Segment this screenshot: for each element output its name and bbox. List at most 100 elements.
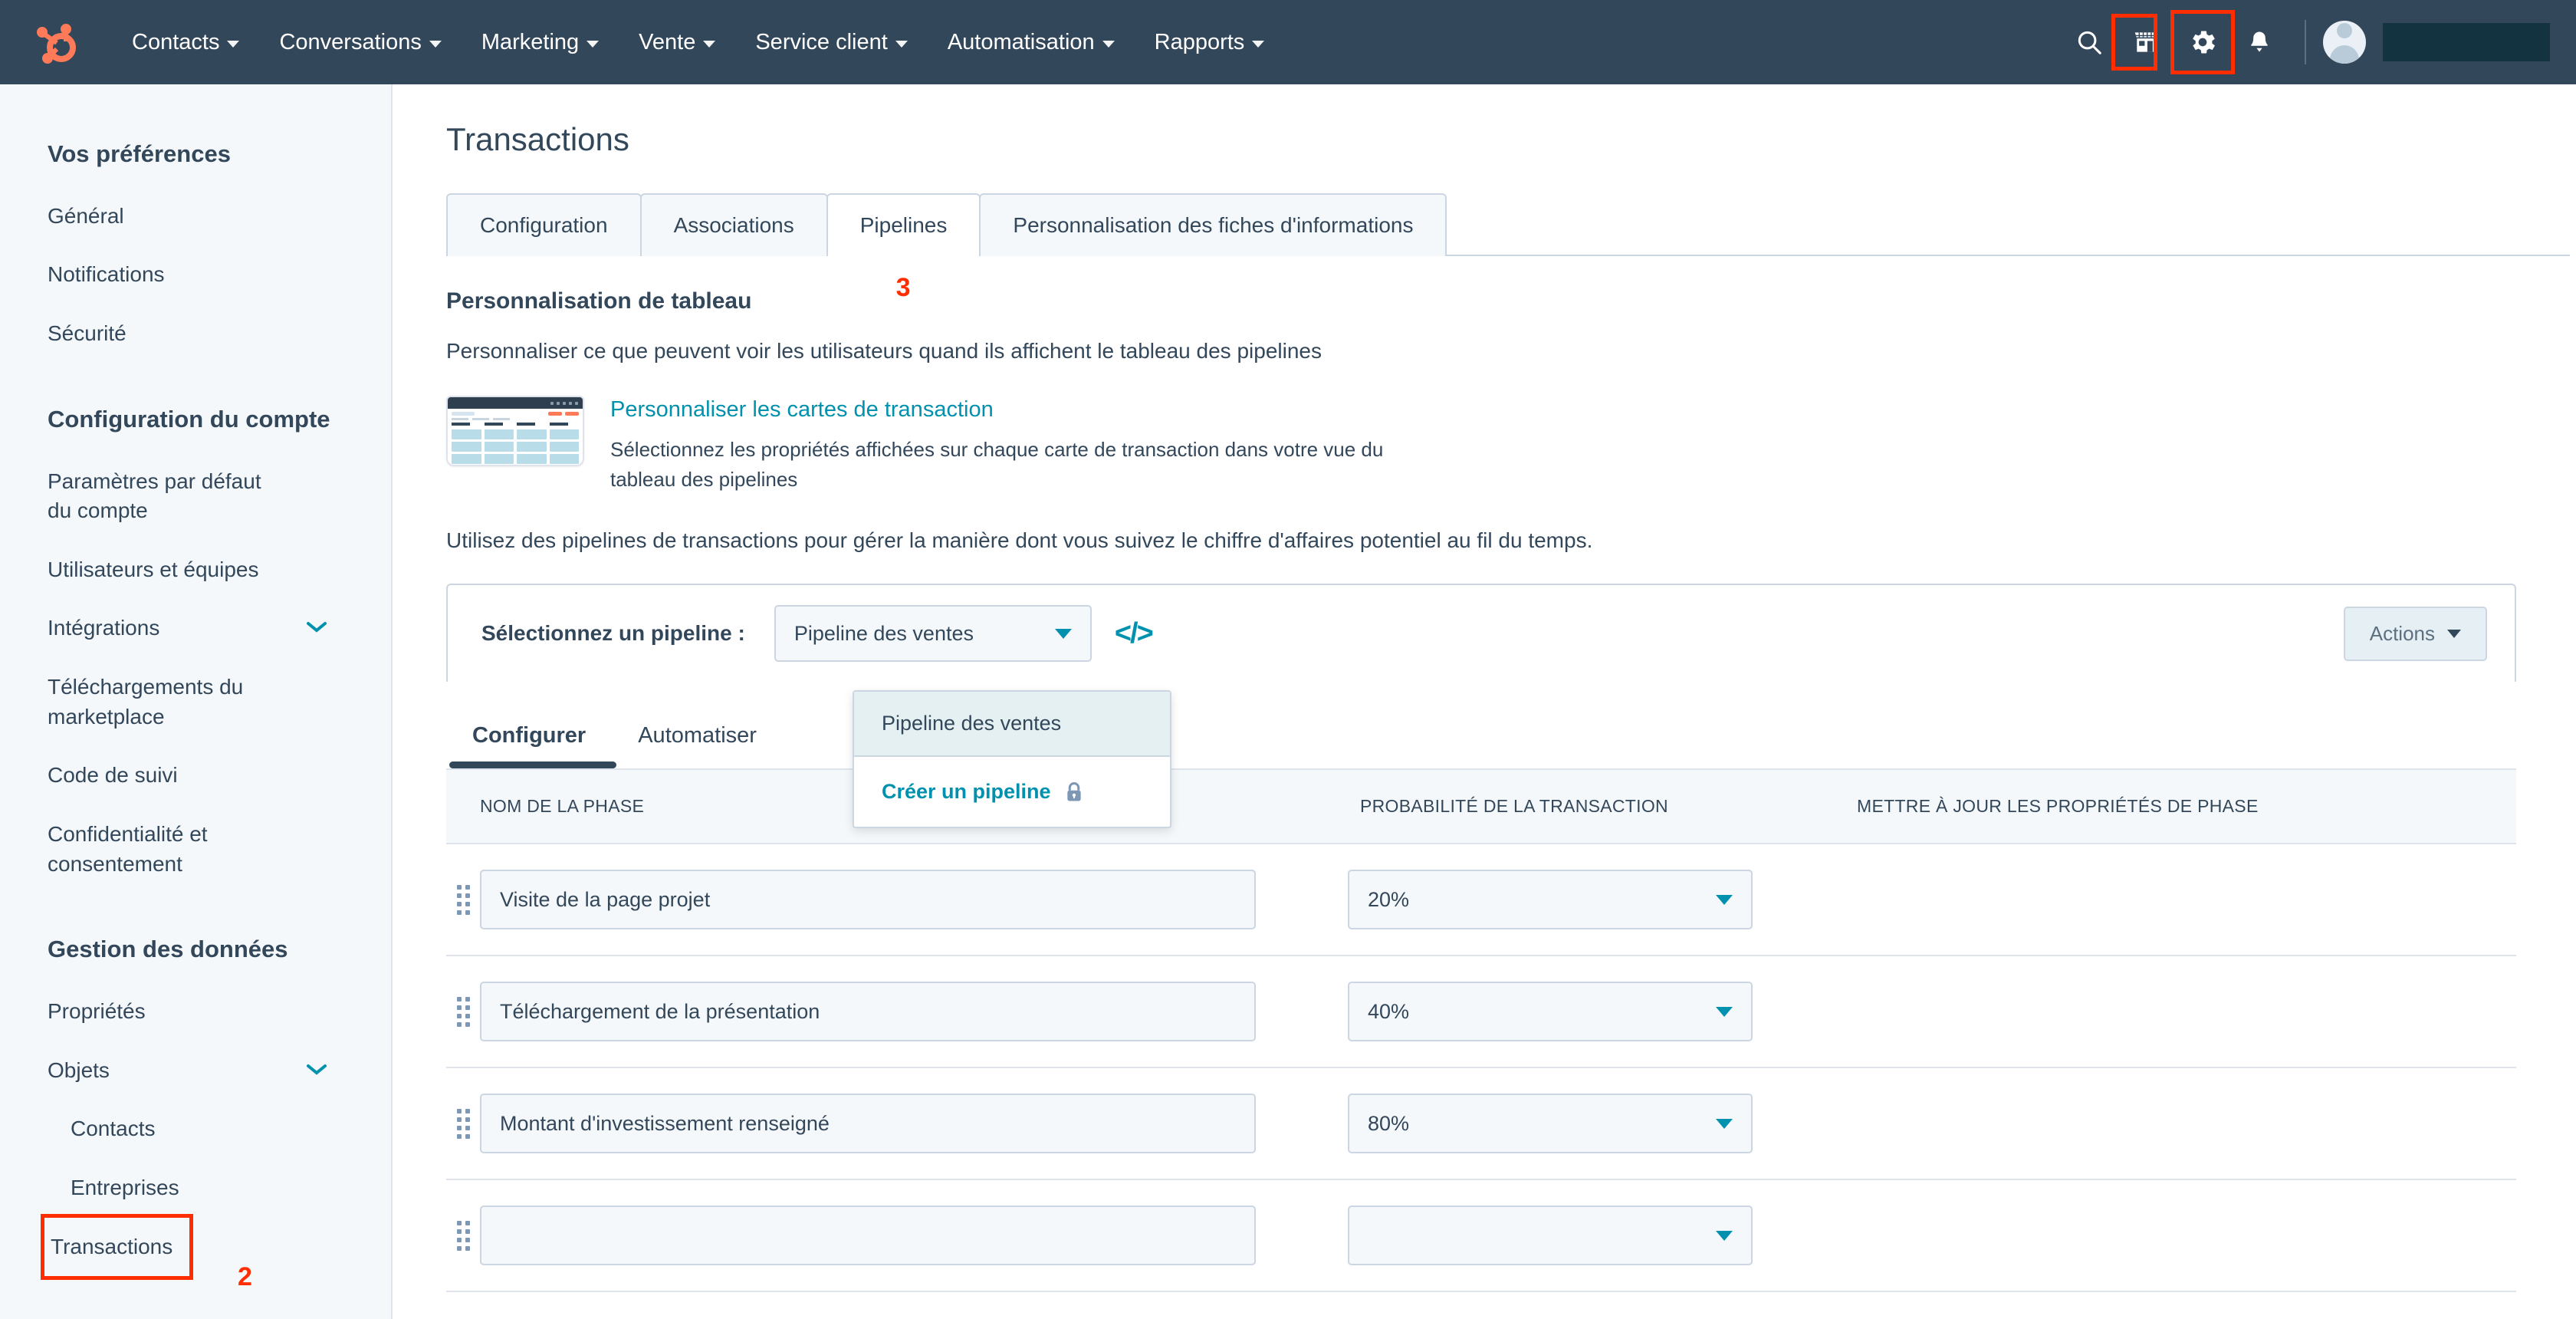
drag-handle-icon[interactable] <box>446 1221 480 1251</box>
column-header-probability: PROBABILITÉ DE LA TRANSACTION <box>1360 796 1857 817</box>
section-title: Personnalisation de tableau <box>446 288 2576 314</box>
sidebar-section-heading-data-management: Gestion des données <box>0 893 391 982</box>
probability-dropdown[interactable]: 20% <box>1348 870 1753 929</box>
tab-label: Pipelines <box>860 213 948 237</box>
nav-item-conversations[interactable]: Conversations <box>259 30 461 55</box>
sidebar-item-proprietes[interactable]: Propriétés <box>0 982 391 1041</box>
stage-name-input[interactable]: Téléchargement de la présentation <box>480 982 1256 1041</box>
sidebar-item-label: Code de suivi <box>48 761 178 791</box>
chevron-down-icon <box>1252 41 1264 48</box>
actions-button[interactable]: Actions <box>2344 607 2487 661</box>
tab-associations[interactable]: Associations <box>640 193 828 256</box>
chevron-down-icon <box>305 1062 328 1076</box>
sidebar-item-label: Utilisateurs et équipes <box>48 555 258 585</box>
chevron-down-icon <box>429 41 442 48</box>
nav-item-label: Conversations <box>279 30 421 55</box>
notifications-bell-icon <box>2246 28 2273 56</box>
drag-handle-icon[interactable] <box>446 1109 480 1139</box>
tab-configuration[interactable]: Configuration <box>446 193 642 256</box>
chevron-down-icon <box>2447 630 2461 638</box>
pipeline-subtabs: Configurer Automatiser <box>446 714 2516 768</box>
sidebar-item-transactions[interactable]: Transactions <box>44 1218 189 1277</box>
subtab-automatiser[interactable]: Automatiser <box>612 714 783 768</box>
probability-dropdown[interactable]: 40% <box>1348 982 1753 1041</box>
sidebar-item-telechargements-marketplace[interactable]: Téléchargements du marketplace <box>0 658 391 746</box>
active-subtab-indicator <box>449 761 616 768</box>
dropdown-option-pipeline-des-ventes[interactable]: Pipeline des ventes <box>854 692 1170 755</box>
code-brackets-icon[interactable]: </> <box>1115 617 1152 650</box>
sidebar-item-label: Paramètres par défaut du compte <box>48 467 278 526</box>
customize-transaction-cards-link[interactable]: Personnaliser les cartes de transaction <box>610 397 994 423</box>
sidebar-item-integrations[interactable]: Intégrations <box>0 599 391 658</box>
nav-right-actions <box>2061 14 2576 71</box>
object-tabs: Configuration Associations Pipelines Per… <box>446 193 2576 256</box>
sidebar-item-label: Contacts <box>71 1114 156 1144</box>
stage-name-input[interactable]: Visite de la page projet <box>480 870 1256 929</box>
settings-sidebar: Vos préférences Général Notifications Sé… <box>0 84 393 1319</box>
annotation-number-2: 2 <box>238 1262 252 1292</box>
main-content: Transactions Configuration Associations … <box>394 84 2576 1319</box>
promo-description: Sélectionnez les propriétés affichées su… <box>610 435 1400 495</box>
sidebar-item-label: Notifications <box>48 260 165 290</box>
pipeline-stages-table: NOM DE LA PHASE PROBABILITÉ DE LA TRANSA… <box>446 770 2516 1292</box>
marketplace-icon <box>2131 28 2160 57</box>
chevron-down-icon <box>227 41 239 48</box>
tab-personnalisation-fiches[interactable]: Personnalisation des fiches d'informatio… <box>979 193 1447 256</box>
sidebar-item-contacts[interactable]: Contacts <box>0 1100 391 1159</box>
nav-item-rapports[interactable]: Rapports <box>1135 30 1285 55</box>
sidebar-item-utilisateurs-equipes[interactable]: Utilisateurs et équipes <box>0 541 391 600</box>
pipeline-dropdown-menu: Pipeline des ventes Créer un pipeline <box>853 690 1171 828</box>
sidebar-item-securite[interactable]: Sécurité <box>0 304 391 363</box>
hubspot-logo-link[interactable] <box>0 20 112 64</box>
actions-button-label: Actions <box>2370 622 2435 646</box>
nav-item-label: Rapports <box>1155 30 1245 55</box>
probability-value: 80% <box>1368 1112 1409 1136</box>
avatar[interactable] <box>2323 21 2366 64</box>
hubspot-sprocket-logo <box>35 20 77 64</box>
nav-item-label: Vente <box>639 30 695 55</box>
page-title: Transactions <box>446 121 2576 158</box>
table-row: Visite de la page projet 20% <box>446 844 2516 956</box>
nav-item-service-client[interactable]: Service client <box>735 30 927 55</box>
nav-item-contacts[interactable]: Contacts <box>112 30 259 55</box>
sidebar-item-general[interactable]: Général <box>0 187 391 246</box>
sidebar-item-parametres-par-defaut[interactable]: Paramètres par défaut du compte <box>0 452 391 541</box>
subtab-configurer[interactable]: Configurer <box>446 714 612 768</box>
probability-dropdown[interactable]: 80% <box>1348 1094 1753 1153</box>
marketplace-button[interactable] <box>2118 14 2174 71</box>
sidebar-item-entreprises[interactable]: Entreprises <box>0 1159 391 1218</box>
sidebar-item-confidentialite-consentement[interactable]: Confidentialité et consentement <box>0 805 391 893</box>
settings-gear-button[interactable] <box>2174 14 2231 71</box>
sidebar-item-label: Général <box>48 202 124 232</box>
chevron-down-icon <box>895 41 908 48</box>
stage-name-input[interactable] <box>480 1206 1256 1265</box>
table-row: Téléchargement de la présentation 40% <box>446 956 2516 1068</box>
account-name-redacted[interactable] <box>2383 23 2550 61</box>
drag-handle-icon[interactable] <box>446 997 480 1027</box>
probability-dropdown[interactable] <box>1348 1206 1753 1265</box>
sidebar-item-code-de-suivi[interactable]: Code de suivi <box>0 746 391 805</box>
nav-item-marketing[interactable]: Marketing <box>462 30 619 55</box>
chevron-down-icon <box>1055 629 1072 639</box>
lock-icon <box>1063 781 1085 804</box>
create-pipeline-link[interactable]: Créer un pipeline <box>854 757 1170 827</box>
sidebar-item-label: Transactions <box>51 1232 172 1262</box>
search-button[interactable] <box>2061 14 2118 71</box>
tab-pipelines[interactable]: Pipelines <box>826 193 981 256</box>
pipeline-select-dropdown[interactable]: Pipeline des ventes <box>774 605 1092 662</box>
sidebar-item-objets[interactable]: Objets <box>0 1041 391 1100</box>
stage-name-input[interactable]: Montant d'investissement renseigné <box>480 1094 1256 1153</box>
nav-item-label: Automatisation <box>948 30 1095 55</box>
search-icon <box>2075 28 2104 57</box>
notifications-button[interactable] <box>2231 14 2288 71</box>
drag-handle-icon[interactable] <box>446 885 480 915</box>
sidebar-section-heading-account-config: Configuration du compte <box>0 363 391 452</box>
nav-item-automatisation[interactable]: Automatisation <box>928 30 1135 55</box>
column-header-update-properties: METTRE À JOUR LES PROPRIÉTÉS DE PHASE <box>1857 796 2516 817</box>
tab-label: Personnalisation des fiches d'informatio… <box>1013 213 1413 237</box>
nav-item-vente[interactable]: Vente <box>619 30 735 55</box>
top-navigation-bar: Contacts Conversations Marketing Vente S… <box>0 0 2576 84</box>
nav-divider <box>2305 20 2306 64</box>
chevron-down-icon <box>1716 1231 1733 1241</box>
sidebar-item-notifications[interactable]: Notifications <box>0 245 391 304</box>
